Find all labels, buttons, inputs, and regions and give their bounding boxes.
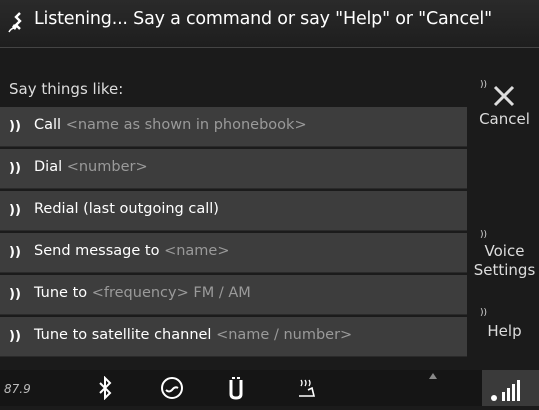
command-hint: <number> — [66, 159, 148, 175]
voice-settings-line1: Voice — [484, 242, 525, 260]
command-hint: <name as shown in phonebook> — [65, 117, 307, 133]
speaker-icon: )) — [9, 203, 21, 218]
command-text: Call <name as shown in phonebook> — [34, 117, 307, 133]
command-label: Redial (last outgoing call) — [34, 201, 219, 217]
command-list: )) Call <name as shown in phonebook> )) … — [0, 107, 467, 359]
speaker-icon: )) — [9, 161, 21, 176]
steering-wheel-icon[interactable] — [160, 376, 184, 400]
speaker-icon: )) — [480, 230, 488, 240]
heated-seat-icon[interactable] — [296, 376, 318, 400]
list-item-call[interactable]: )) Call <name as shown in phonebook> — [0, 107, 467, 147]
voice-settings-button[interactable]: )) Voice Settings — [470, 230, 539, 292]
prompt-label: Say things like: — [9, 80, 124, 98]
speaker-icon: )) — [9, 287, 21, 302]
radio-frequency: 87.9 — [4, 382, 31, 396]
speaker-icon: )) — [9, 119, 21, 134]
command-label: Call — [34, 117, 62, 133]
help-label: Help — [487, 322, 522, 340]
cancel-button[interactable]: )) Cancel — [470, 80, 539, 140]
command-text: Redial (last outgoing call) — [34, 201, 219, 217]
cancel-label: Cancel — [479, 110, 530, 128]
voice-settings-line2: Settings — [473, 261, 536, 279]
command-hint: <frequency> FM / AM — [91, 285, 251, 301]
command-label: Dial — [34, 159, 63, 175]
command-label: Send message to — [34, 243, 160, 259]
up-arrow-icon — [429, 373, 437, 379]
list-item-tune-satellite[interactable]: )) Tune to satellite channel <name / num… — [0, 317, 467, 357]
speaker-icon: )) — [9, 329, 21, 344]
voice-header: Listening... Say a command or say "Help"… — [0, 0, 539, 48]
help-button[interactable]: )) Help — [470, 308, 539, 348]
list-item-send-message[interactable]: )) Send message to <name> — [0, 233, 467, 273]
voice-settings-label: Voice Settings — [470, 242, 539, 280]
command-label: Tune to — [34, 285, 88, 301]
close-icon — [493, 85, 515, 107]
command-text: Dial <number> — [34, 159, 148, 175]
signal-strength-icon — [491, 380, 520, 401]
speaker-icon: )) — [9, 245, 21, 260]
command-text: Tune to satellite channel <name / number… — [34, 327, 352, 343]
bottom-bar: 87.9 — [0, 370, 539, 406]
list-item-dial[interactable]: )) Dial <number> — [0, 149, 467, 189]
command-label: Tune to satellite channel — [34, 327, 212, 343]
command-text: Send message to <name> — [34, 243, 230, 259]
command-hint: <name> — [164, 243, 230, 259]
list-item-redial[interactable]: )) Redial (last outgoing call) — [0, 191, 467, 231]
bluetooth-icon[interactable] — [98, 376, 112, 400]
seat-heater-icon[interactable] — [227, 376, 245, 400]
speaker-icon: )) — [480, 308, 488, 318]
page-title: Listening... Say a command or say "Help"… — [34, 9, 492, 29]
list-item-tune-to[interactable]: )) Tune to <frequency> FM / AM — [0, 275, 467, 315]
command-text: Tune to <frequency> FM / AM — [34, 285, 251, 301]
command-hint: <name / number> — [216, 327, 353, 343]
microphone-icon — [8, 12, 22, 33]
signal-strength-button[interactable] — [482, 370, 539, 406]
